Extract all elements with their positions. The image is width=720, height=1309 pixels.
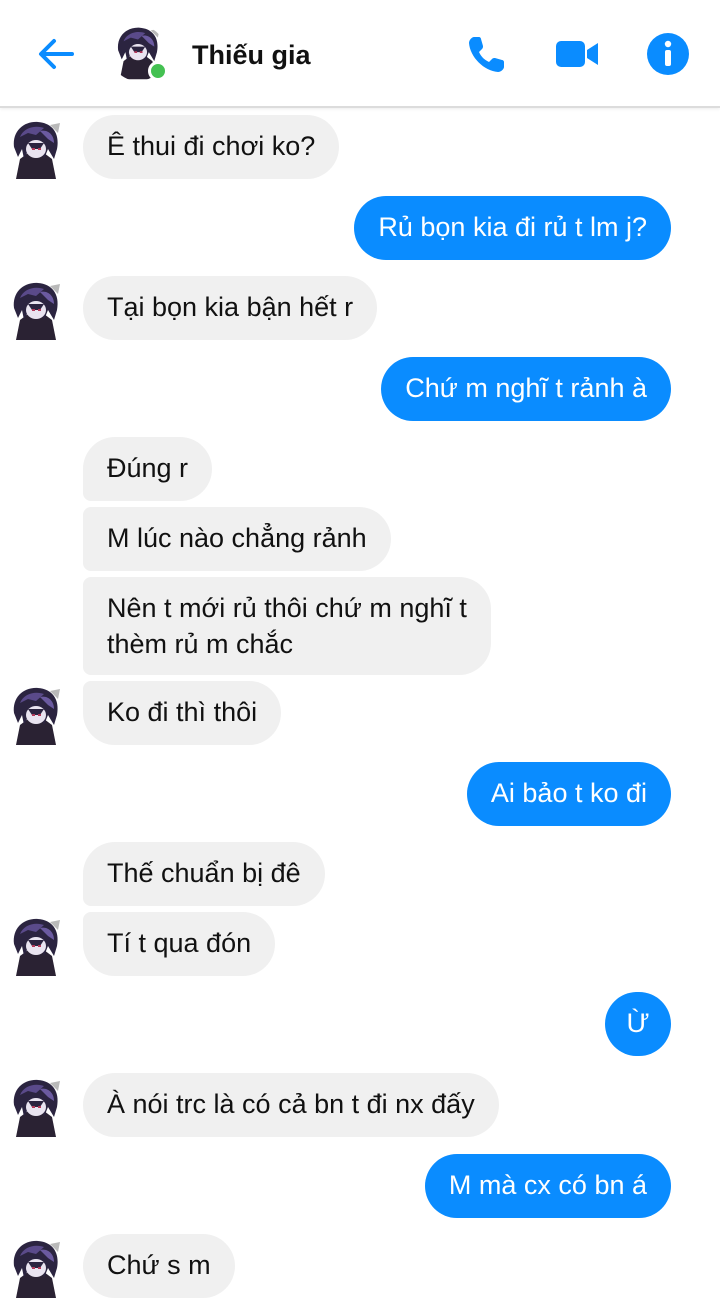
- info-icon[interactable]: [645, 31, 691, 77]
- incoming-message-multiline[interactable]: Nên t mới rủ thôi chứ m nghĩ t thèm rủ m…: [83, 577, 491, 675]
- incoming-message[interactable]: Thế chuẩn bị đê: [83, 842, 325, 906]
- outgoing-message[interactable]: M mà cx có bn á: [424, 1154, 671, 1218]
- conversation-header: Thiếu gia: [0, 0, 720, 108]
- message-line: Nên t mới rủ thôi chứ m nghĩ t: [107, 593, 467, 623]
- incoming-message[interactable]: Ko đi thì thôi: [83, 681, 282, 745]
- sender-avatar: [10, 280, 62, 342]
- message-line: thèm rủ m chắc: [107, 629, 294, 659]
- incoming-message[interactable]: Tại bọn kia bận hết r: [83, 276, 378, 340]
- outgoing-message[interactable]: Chứ m nghĩ t rảnh à: [381, 357, 671, 421]
- incoming-message[interactable]: M lúc nào chẳng rảnh: [83, 507, 391, 571]
- message-list[interactable]: Ê thui đi chơi ko? Rủ bọn kia đi rủ t lm…: [0, 0, 720, 1309]
- contact-avatar[interactable]: [110, 25, 168, 81]
- sender-avatar: [10, 1238, 62, 1300]
- sender-avatar: [10, 685, 62, 747]
- incoming-message[interactable]: Đúng r: [83, 437, 213, 501]
- outgoing-message[interactable]: Rủ bọn kia đi rủ t lm j?: [354, 196, 671, 260]
- sender-avatar: [10, 1077, 62, 1139]
- incoming-message[interactable]: Chứ s m: [83, 1234, 235, 1298]
- phone-icon[interactable]: [464, 31, 510, 77]
- outgoing-message[interactable]: Ừ: [605, 992, 671, 1056]
- back-arrow-icon[interactable]: [34, 32, 78, 76]
- incoming-message[interactable]: Ê thui đi chơi ko?: [83, 115, 340, 179]
- outgoing-message[interactable]: Ai bảo t ko đi: [466, 762, 671, 826]
- sender-avatar: [10, 119, 62, 181]
- video-camera-icon[interactable]: [554, 31, 600, 77]
- online-status-dot: [148, 61, 168, 81]
- sender-avatar: [10, 916, 62, 978]
- incoming-message[interactable]: À nói trc là có cả bn t đi nx đấy: [83, 1073, 499, 1137]
- contact-name[interactable]: Thiếu gia: [192, 40, 311, 71]
- incoming-message[interactable]: Tí t qua đón: [83, 912, 276, 976]
